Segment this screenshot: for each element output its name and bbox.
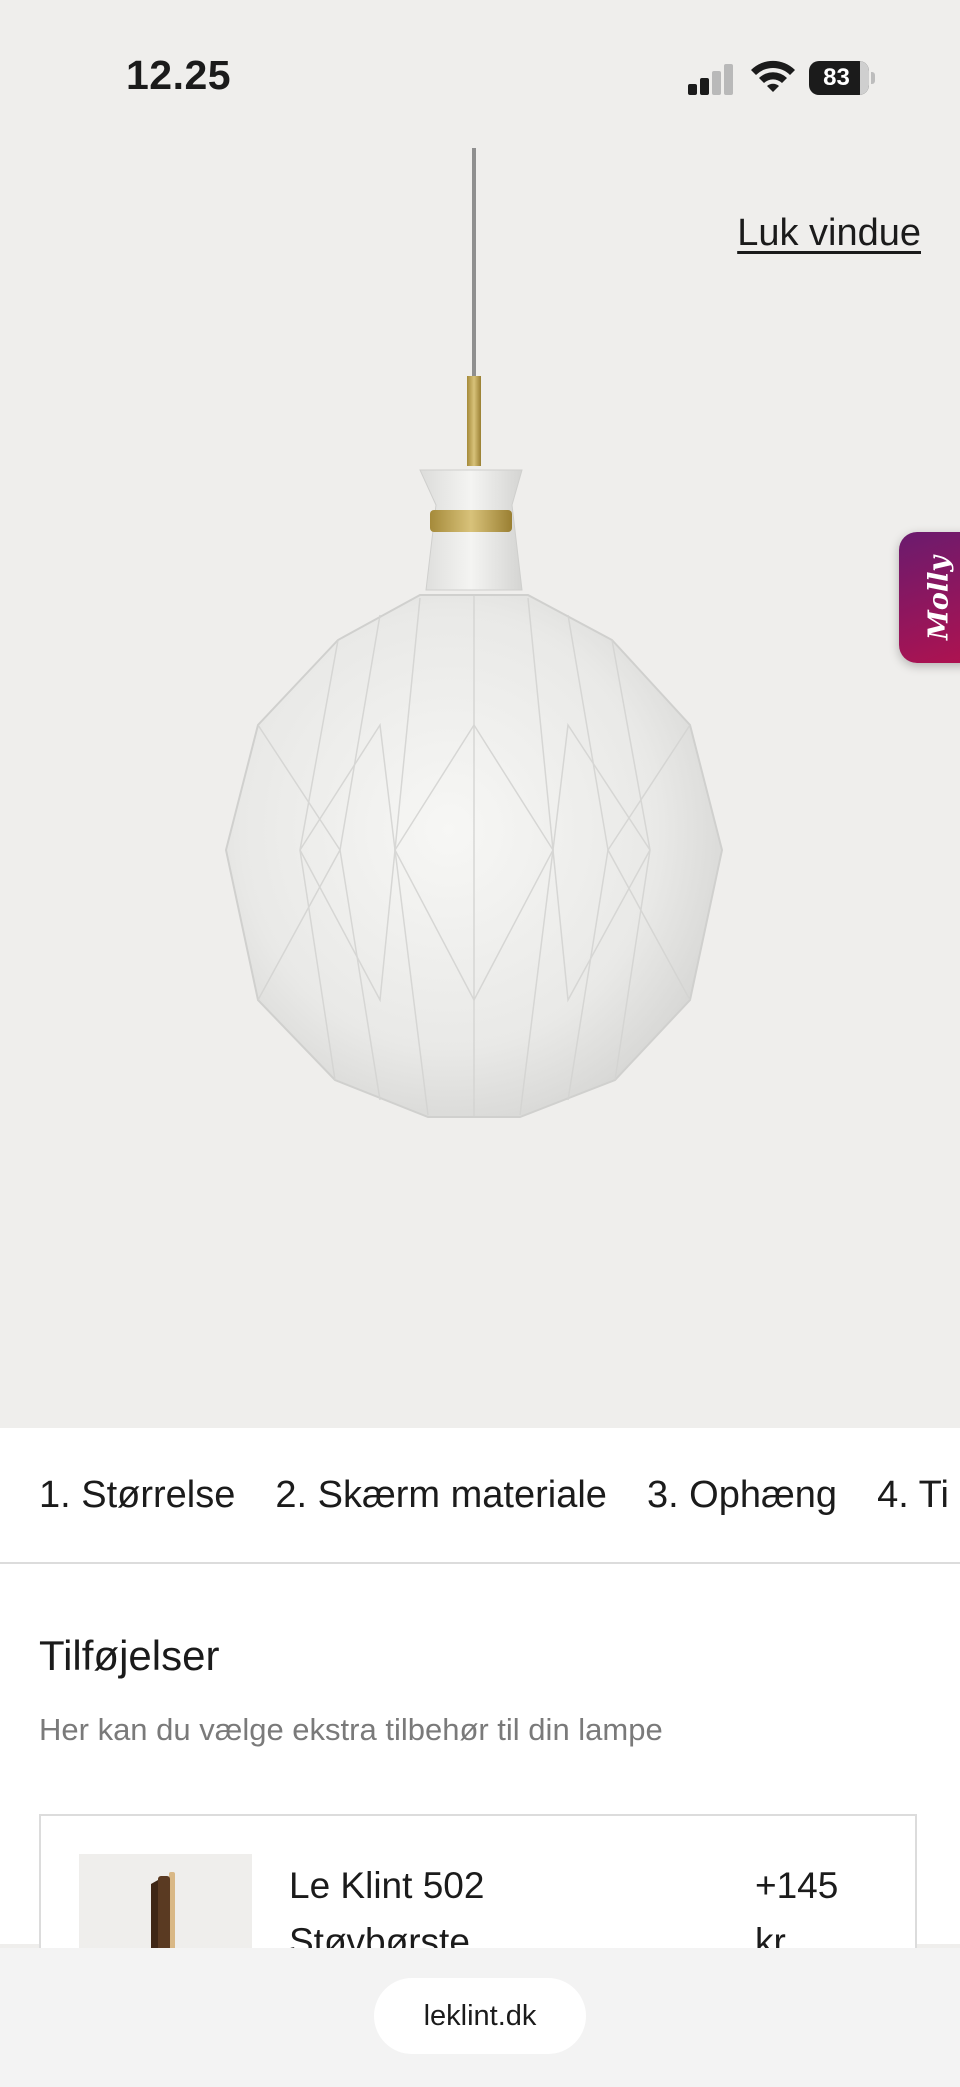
wifi-icon <box>751 60 795 92</box>
molly-label: Molly <box>923 555 955 641</box>
status-time: 12.25 <box>126 52 232 98</box>
step-suspension[interactable]: 3. Ophæng <box>647 1474 837 1517</box>
step-size[interactable]: 1. Størrelse <box>39 1474 235 1517</box>
configurator-steps: 1. Størrelse 2. Skærm materiale 3. Ophæn… <box>0 1428 960 1564</box>
product-hero: Luk vindue Molly <box>0 0 960 1428</box>
step-shade-material[interactable]: 2. Skærm materiale <box>275 1474 607 1517</box>
molly-chat-tab[interactable]: Molly <box>899 532 960 663</box>
browser-bottom-bar: leklint.dk <box>0 1948 960 2087</box>
cellular-signal-icon <box>688 63 734 95</box>
addons-section: Tilføjelser Her kan du vælge ekstra tilb… <box>0 1564 960 2014</box>
section-title: Tilføjelser <box>39 1632 220 1679</box>
section-subtitle: Her kan du vælge ekstra tilbehør til din… <box>39 1712 663 1747</box>
battery-level: 83 <box>823 64 850 91</box>
url-bar[interactable]: leklint.dk <box>374 1978 586 2054</box>
battery-icon: 83 <box>809 61 875 95</box>
status-bar: 12.25 83 <box>0 0 960 150</box>
step-4[interactable]: 4. Ti <box>877 1474 949 1517</box>
close-window-link[interactable]: Luk vindue <box>737 212 921 255</box>
